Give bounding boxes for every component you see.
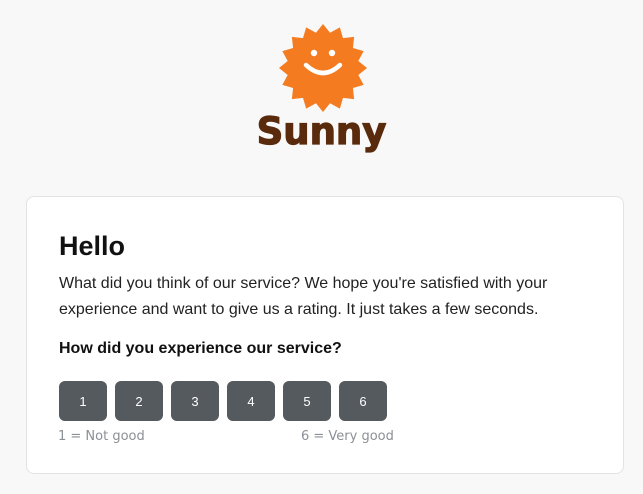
rating-button-2[interactable]: 2 (115, 381, 163, 421)
logo: Sunny (0, 0, 643, 170)
rating-button-4[interactable]: 4 (227, 381, 275, 421)
intro-text: What did you think of our service? We ho… (59, 275, 548, 318)
rating-button-6[interactable]: 6 (339, 381, 387, 421)
sun-smiley-icon (279, 24, 367, 112)
scale-high-label: 6 = Very good (301, 429, 394, 444)
brand-wordmark: Sunny (256, 109, 387, 153)
rating-button-1[interactable]: 1 (59, 381, 107, 421)
rating-button-5[interactable]: 5 (283, 381, 331, 421)
page-title: Hello (59, 231, 126, 261)
scale-low-label: 1 = Not good (58, 429, 145, 444)
survey-card: Hello What did you think of our service?… (26, 196, 624, 474)
question-label: How did you experience our service? (59, 340, 342, 357)
rating-button-3[interactable]: 3 (171, 381, 219, 421)
rating-options: 1 2 3 4 5 6 (59, 381, 387, 421)
